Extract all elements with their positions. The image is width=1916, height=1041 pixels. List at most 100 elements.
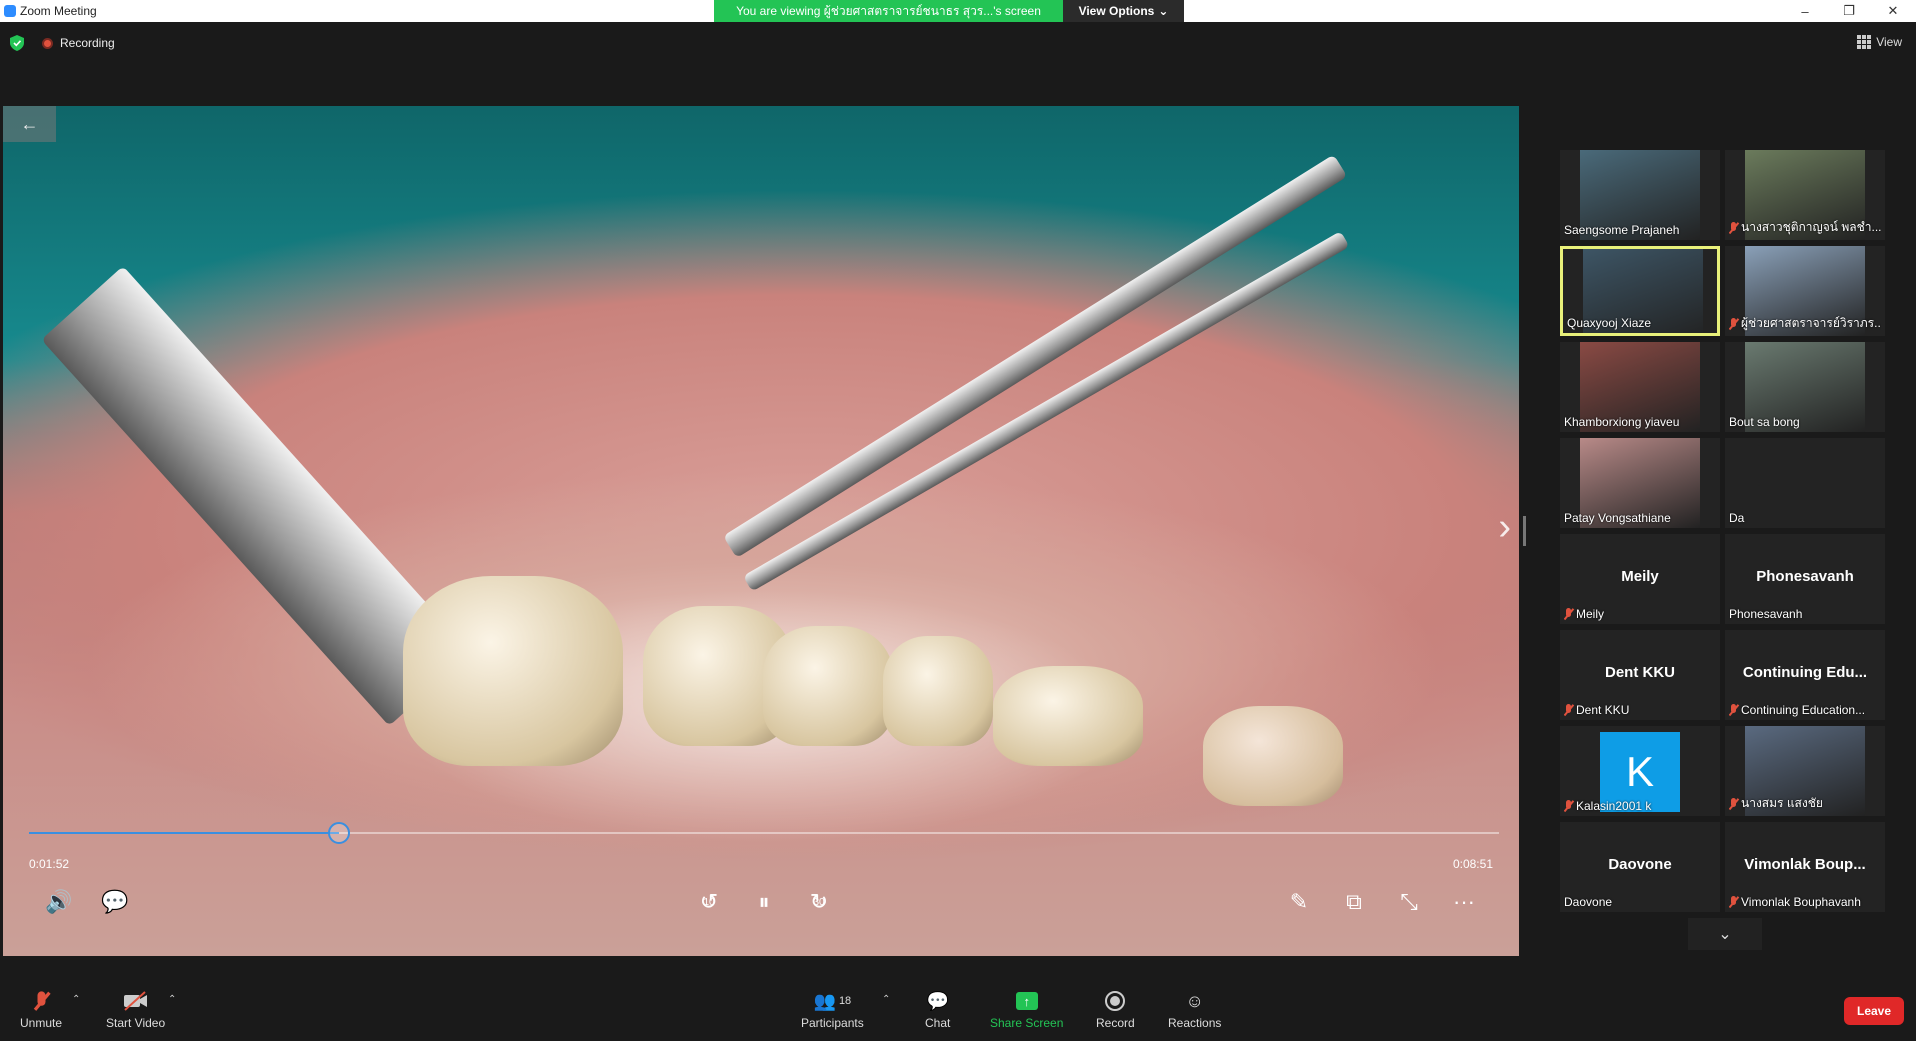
captions-icon[interactable]: 💬 — [97, 884, 133, 920]
pause-button[interactable]: ⏸ — [746, 884, 782, 920]
participant-tile[interactable]: Khamborxiong yiaveu — [1560, 342, 1720, 432]
audio-options-caret-icon[interactable]: ⌃ — [72, 994, 80, 1005]
chevron-down-icon: ⌄ — [1718, 926, 1732, 943]
microphone-muted-icon — [1564, 800, 1573, 812]
participant-name-label: Phonesavanh — [1729, 607, 1803, 621]
view-button[interactable]: View — [1857, 35, 1902, 49]
minimize-button[interactable]: – — [1783, 0, 1827, 22]
view-label: View — [1876, 35, 1902, 49]
participant-name: Kalasin2001 k — [1564, 799, 1716, 813]
more-options-icon[interactable]: ··· — [1446, 884, 1482, 920]
participant-tile[interactable]: Daovone Daovone — [1560, 822, 1720, 912]
maximize-button[interactable]: ❐ — [1827, 0, 1871, 22]
video-options-caret-icon[interactable]: ⌃ — [168, 994, 176, 1005]
participant-tile[interactable]: Da — [1725, 438, 1885, 528]
progress-fill — [29, 832, 340, 834]
microphone-muted-icon — [37, 990, 46, 1012]
view-options-button[interactable]: View Options ⌄ — [1063, 0, 1184, 22]
volume-icon[interactable]: 🔊 — [41, 884, 77, 920]
recording-label[interactable]: Recording — [60, 36, 115, 50]
leave-button[interactable]: Leave — [1844, 997, 1904, 1025]
total-duration: 0:08:51 — [1452, 857, 1493, 871]
tooth-4 — [883, 636, 993, 746]
participant-name-label: Da — [1729, 511, 1745, 525]
participant-display-name: Continuing Edu... — [1742, 664, 1868, 681]
viewing-screen-banner: You are viewing ผู้ช่วยศาสตราจารย์ชนาธร … — [714, 0, 1063, 22]
participant-name-label: Bout sa bong — [1729, 415, 1800, 429]
share-screen-button[interactable]: ↑ Share Screen — [990, 990, 1063, 1030]
panel-resize-handle[interactable] — [1523, 516, 1526, 546]
participant-tile[interactable]: Saengsome Prajaneh — [1560, 150, 1720, 240]
participant-display-name: Dent KKU — [1605, 664, 1675, 681]
participant-tile[interactable]: Dent KKU Dent KKU — [1560, 630, 1720, 720]
surgical-tweezers-lower — [743, 231, 1350, 592]
participant-tile[interactable]: Phonesavanh Phonesavanh — [1725, 534, 1885, 624]
participant-display-name: Phonesavanh — [1756, 568, 1854, 585]
chat-icon: 💬 — [926, 990, 949, 1011]
participant-tile[interactable]: Meily Meily — [1560, 534, 1720, 624]
shared-screen-video[interactable]: ← › 0:01:52 0:08:51 🔊 💬 ↺ 10 ⏸ ↻ 30 ✎ ⧉ ⤡ … — [3, 106, 1519, 956]
reactions-button[interactable]: ☺ Reactions — [1168, 990, 1222, 1031]
participant-name: Meily — [1564, 607, 1716, 621]
participant-display-name: Daovone — [1608, 856, 1672, 873]
tooth-1 — [403, 576, 623, 766]
participant-tile[interactable]: Vimonlak Boup... Vimonlak Bouphavanh — [1725, 822, 1885, 912]
pen-icon[interactable]: ✎ — [1281, 884, 1317, 920]
participant-name: Phonesavanh — [1729, 607, 1881, 621]
participant-tile[interactable]: K Kalasin2001 k — [1560, 726, 1720, 816]
start-video-button[interactable]: Start Video — [106, 990, 165, 1030]
unmute-button[interactable]: Unmute — [20, 990, 62, 1030]
participant-name: ผู้ช่วยศาสตราจารย์วิราภร... — [1729, 314, 1881, 333]
participant-tile[interactable]: Quaxyooj Xiaze — [1560, 246, 1720, 336]
participant-name: Saengsome Prajaneh — [1564, 223, 1716, 237]
rewind-seconds: 10 — [703, 897, 715, 908]
forward-30-button[interactable]: ↻ 30 — [801, 884, 837, 920]
exit-fullscreen-icon[interactable]: ⤡ — [1391, 884, 1427, 920]
progress-track[interactable] — [29, 822, 1499, 844]
back-arrow-button[interactable]: ← — [3, 106, 56, 142]
participant-tile[interactable]: ผู้ช่วยศาสตราจารย์วิราภร... — [1725, 246, 1885, 336]
participants-caret-icon[interactable]: ⌃ — [882, 994, 890, 1005]
microphone-muted-icon — [1564, 704, 1573, 716]
microphone-muted-icon — [1729, 797, 1738, 810]
participant-tile[interactable]: นางสาวชุติกาญจน์ พลชำ... — [1725, 150, 1885, 240]
view-options-label: View Options — [1078, 4, 1155, 18]
participant-name: Khamborxiong yiaveu — [1564, 415, 1716, 429]
participant-name-label: Quaxyooj Xiaze — [1567, 316, 1652, 330]
participant-tile[interactable]: นางสมร แสงชัย — [1725, 726, 1885, 816]
record-label: Record — [1096, 1016, 1135, 1030]
participant-name: Patay Vongsathiane — [1564, 511, 1716, 525]
start-video-label: Start Video — [106, 1016, 166, 1030]
tooth-3 — [763, 626, 893, 746]
participant-display-name: Meily — [1621, 568, 1659, 585]
participant-name-label: Vimonlak Bouphavanh — [1741, 895, 1861, 909]
unmute-label: Unmute — [20, 1016, 63, 1030]
picture-in-picture-icon[interactable]: ⧉ — [1336, 884, 1372, 920]
close-window-button[interactable]: ✕ — [1871, 0, 1915, 22]
participant-tile[interactable]: Bout sa bong — [1725, 342, 1885, 432]
grid-view-icon — [1857, 35, 1872, 49]
participant-tile[interactable]: Patay Vongsathiane — [1560, 438, 1720, 528]
reactions-label: Reactions — [1168, 1016, 1222, 1030]
participant-name-label: ผู้ช่วยศาสตราจารย์วิราภร... — [1741, 316, 1881, 330]
participant-name-label: Meily — [1576, 607, 1605, 621]
security-shield-icon[interactable] — [10, 35, 24, 51]
participant-name: Da — [1729, 511, 1881, 525]
participant-name-label: นางสาวชุติกาญจน์ พลชำ... — [1741, 220, 1881, 234]
participants-count: 18 — [838, 995, 852, 1007]
participant-tile[interactable]: Continuing Edu... Continuing Education... — [1725, 630, 1885, 720]
video-off-icon — [123, 990, 149, 1012]
participant-name-label: Daovone — [1564, 895, 1613, 909]
next-arrow-button[interactable]: › — [1498, 506, 1511, 549]
progress-knob[interactable] — [328, 822, 351, 844]
surgical-tweezers — [723, 154, 1348, 559]
record-button[interactable]: Record — [1096, 990, 1135, 1030]
meeting-toolbar: Unmute ⌃ Start Video ⌃ 👥 18 Participants … — [0, 960, 1916, 1041]
window-title: Zoom Meeting — [20, 4, 97, 18]
rewind-10-button[interactable]: ↺ 10 — [691, 884, 727, 920]
chat-button[interactable]: 💬 Chat — [925, 990, 950, 1031]
tooth-6 — [1203, 706, 1343, 806]
participants-button[interactable]: 👥 18 Participants — [801, 990, 864, 1031]
participant-name-label: Patay Vongsathiane — [1564, 511, 1671, 525]
gallery-scroll-down-button[interactable]: ⌄ — [1688, 918, 1762, 950]
